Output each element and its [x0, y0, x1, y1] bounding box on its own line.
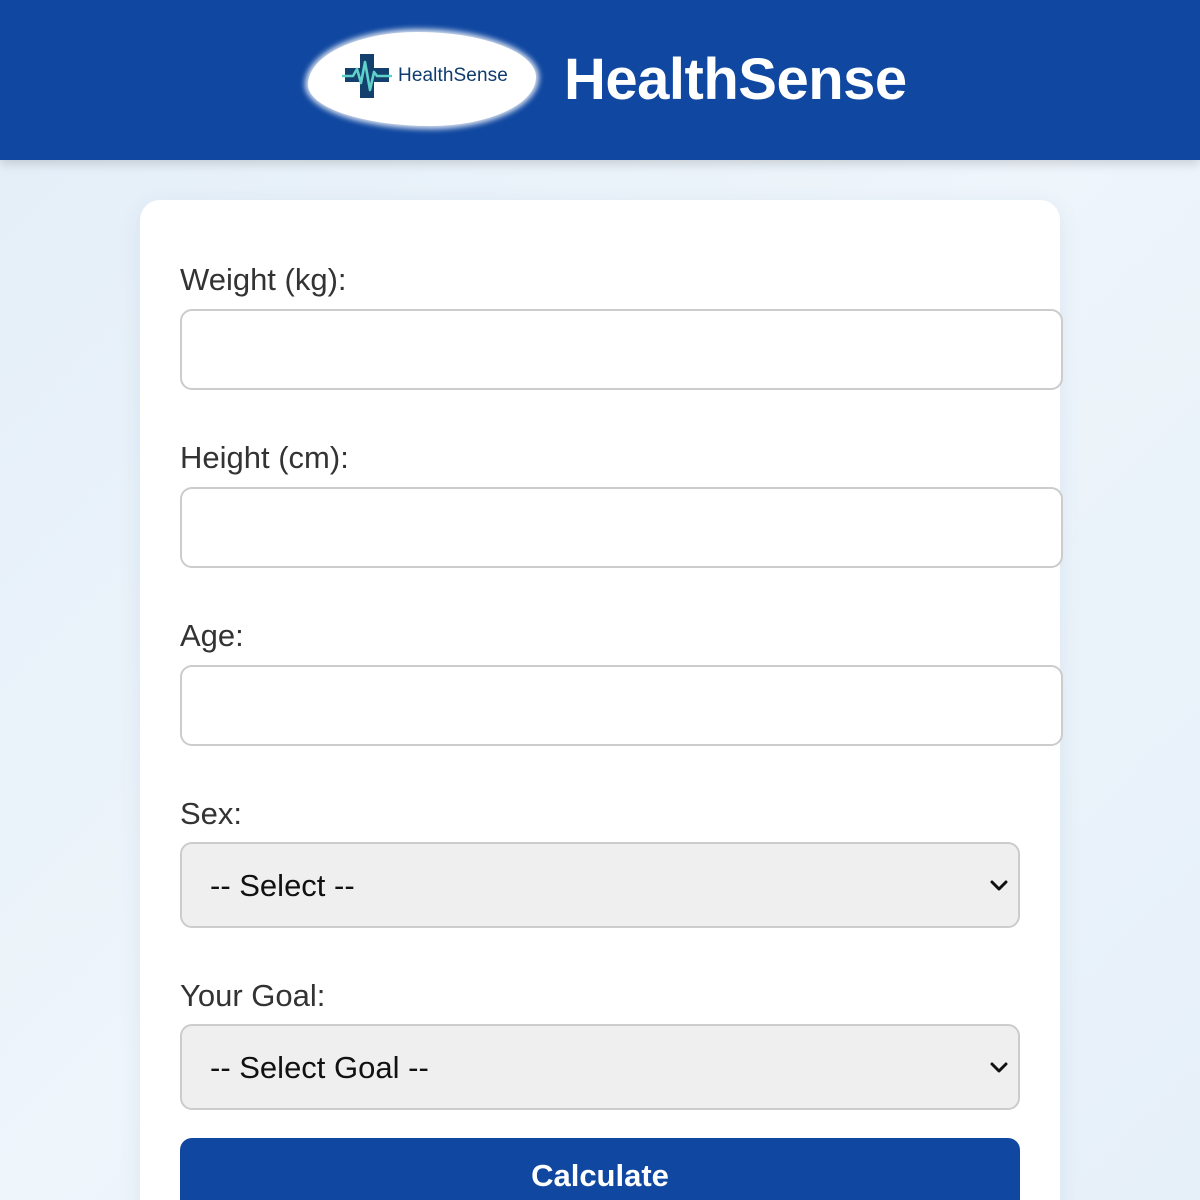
page-title: HealthSense	[564, 47, 907, 112]
weight-input[interactable]	[180, 309, 1063, 390]
goal-label: Your Goal:	[180, 978, 326, 1013]
sex-label: Sex:	[180, 796, 243, 831]
age-label: Age:	[180, 618, 244, 653]
goal-select-value: -- Select Goal --	[210, 1050, 429, 1085]
medical-cross-heartbeat-icon	[342, 54, 392, 98]
calculate-button-label: Calculate	[531, 1158, 669, 1193]
sex-select[interactable]: -- Select --	[180, 842, 1020, 928]
logo-wordmark: HealthSense	[398, 65, 508, 86]
age-input[interactable]	[180, 665, 1063, 746]
height-label: Height (cm):	[180, 440, 349, 475]
chevron-down-icon	[990, 880, 1008, 891]
chevron-down-icon	[990, 1062, 1008, 1073]
height-input[interactable]	[180, 487, 1063, 568]
app-header: HealthSense HealthSense	[0, 0, 1200, 160]
brand-logo: HealthSense	[308, 32, 536, 126]
weight-label: Weight (kg):	[180, 262, 347, 297]
calculate-button[interactable]: Calculate	[180, 1138, 1020, 1200]
sex-select-value: -- Select --	[210, 868, 355, 903]
goal-select[interactable]: -- Select Goal --	[180, 1024, 1020, 1110]
